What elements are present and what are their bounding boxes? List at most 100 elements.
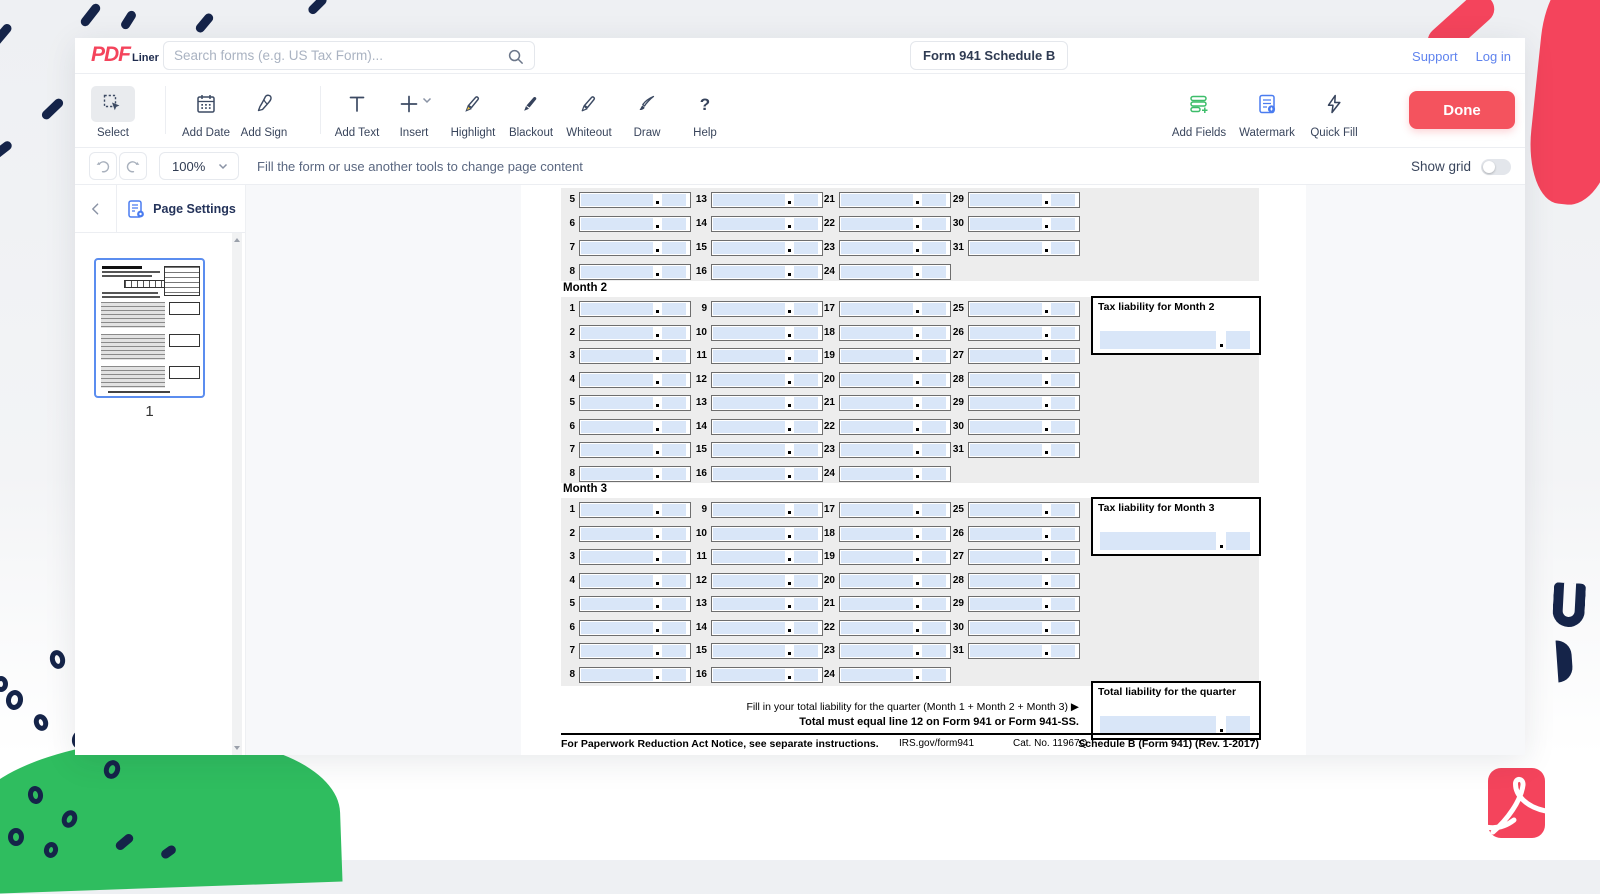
dollars-field[interactable] xyxy=(713,598,785,610)
dollars-field[interactable] xyxy=(713,327,785,339)
dollars-field[interactable] xyxy=(581,504,653,516)
dollars-field[interactable] xyxy=(970,194,1042,206)
sidebar-scrollbar[interactable] xyxy=(232,233,242,755)
dollars-field[interactable] xyxy=(841,444,913,456)
dollars-field[interactable] xyxy=(581,194,653,206)
dollars-field[interactable] xyxy=(713,303,785,315)
dollars-field[interactable] xyxy=(713,528,785,540)
cents-field[interactable] xyxy=(1051,194,1075,206)
dollars-field[interactable] xyxy=(713,645,785,657)
dollars-field[interactable] xyxy=(713,468,785,480)
dollars-field[interactable] xyxy=(581,622,653,634)
cents-field[interactable] xyxy=(1051,528,1075,540)
dollars-field[interactable] xyxy=(581,444,653,456)
cents-field[interactable] xyxy=(662,266,686,278)
liability-cents-field[interactable] xyxy=(1226,331,1250,349)
dollars-field[interactable] xyxy=(713,374,785,386)
cents-field[interactable] xyxy=(662,528,686,540)
dollars-field[interactable] xyxy=(713,504,785,516)
dollars-field[interactable] xyxy=(581,575,653,587)
dollars-field[interactable] xyxy=(970,575,1042,587)
cents-field[interactable] xyxy=(1051,421,1075,433)
cents-field[interactable] xyxy=(1051,374,1075,386)
cents-field[interactable] xyxy=(1051,598,1075,610)
cents-field[interactable] xyxy=(662,327,686,339)
tool-add-sign[interactable]: Add Sign xyxy=(239,86,289,139)
dollars-field[interactable] xyxy=(970,327,1042,339)
page-settings-button[interactable]: Page Settings xyxy=(117,185,245,232)
tool-quick-fill[interactable]: Quick Fill xyxy=(1309,86,1359,139)
dollars-field[interactable] xyxy=(841,194,913,206)
tool-add-fields[interactable]: Add Fields xyxy=(1174,86,1224,139)
cents-field[interactable] xyxy=(662,194,686,206)
dollars-field[interactable] xyxy=(713,421,785,433)
show-grid-toggle[interactable] xyxy=(1481,159,1511,175)
dollars-field[interactable] xyxy=(581,374,653,386)
dollars-field[interactable] xyxy=(713,194,785,206)
dollars-field[interactable] xyxy=(581,468,653,480)
dollars-field[interactable] xyxy=(713,397,785,409)
dollars-field[interactable] xyxy=(841,468,913,480)
cents-field[interactable] xyxy=(1051,218,1075,230)
tool-draw[interactable]: Draw xyxy=(622,86,672,139)
dollars-field[interactable] xyxy=(581,397,653,409)
dollars-field[interactable] xyxy=(713,350,785,362)
cents-field[interactable] xyxy=(662,350,686,362)
dollars-field[interactable] xyxy=(841,622,913,634)
tool-insert[interactable]: Insert xyxy=(389,86,439,139)
dollars-field[interactable] xyxy=(841,242,913,254)
cents-field[interactable] xyxy=(1051,645,1075,657)
cents-field[interactable] xyxy=(662,218,686,230)
scroll-down-arrow[interactable] xyxy=(234,746,240,750)
dollars-field[interactable] xyxy=(841,218,913,230)
cents-field[interactable] xyxy=(662,303,686,315)
dollars-field[interactable] xyxy=(581,303,653,315)
cents-field[interactable] xyxy=(1051,350,1075,362)
cents-field[interactable] xyxy=(662,374,686,386)
dollars-field[interactable] xyxy=(713,218,785,230)
dollars-field[interactable] xyxy=(970,645,1042,657)
dollars-field[interactable] xyxy=(970,551,1042,563)
dollars-field[interactable] xyxy=(970,374,1042,386)
cents-field[interactable] xyxy=(1051,242,1075,254)
cents-field[interactable] xyxy=(662,468,686,480)
dollars-field[interactable] xyxy=(581,551,653,563)
dollars-field[interactable] xyxy=(841,374,913,386)
login-link[interactable]: Log in xyxy=(1476,49,1511,64)
cents-field[interactable] xyxy=(922,266,946,278)
dollars-field[interactable] xyxy=(841,266,913,278)
dollars-field[interactable] xyxy=(581,350,653,362)
cents-field[interactable] xyxy=(662,397,686,409)
cents-field[interactable] xyxy=(1051,551,1075,563)
tool-blackout[interactable]: Blackout xyxy=(506,86,556,139)
sidebar-collapse-button[interactable] xyxy=(75,185,117,232)
dollars-field[interactable] xyxy=(581,528,653,540)
dollars-field[interactable] xyxy=(970,598,1042,610)
cents-field[interactable] xyxy=(1051,575,1075,587)
cents-field[interactable] xyxy=(1051,504,1075,516)
tool-add-text[interactable]: Add Text xyxy=(332,86,382,139)
dollars-field[interactable] xyxy=(713,575,785,587)
liability-cents-field[interactable] xyxy=(1226,716,1250,734)
dollars-field[interactable] xyxy=(713,622,785,634)
liability-dollars-field[interactable] xyxy=(1100,532,1216,550)
dollars-field[interactable] xyxy=(581,242,653,254)
dollars-field[interactable] xyxy=(970,218,1042,230)
dollars-field[interactable] xyxy=(581,421,653,433)
cents-field[interactable] xyxy=(1051,303,1075,315)
dollars-field[interactable] xyxy=(970,350,1042,362)
redo-button[interactable] xyxy=(119,152,147,180)
dollars-field[interactable] xyxy=(713,669,785,681)
dollars-field[interactable] xyxy=(970,397,1042,409)
cents-field[interactable] xyxy=(662,421,686,433)
dollars-field[interactable] xyxy=(581,645,653,657)
cents-field[interactable] xyxy=(662,622,686,634)
dollars-field[interactable] xyxy=(713,242,785,254)
tool-help[interactable]: ? Help xyxy=(680,86,730,139)
liability-dollars-field[interactable] xyxy=(1100,716,1216,734)
dollars-field[interactable] xyxy=(841,327,913,339)
cents-field[interactable] xyxy=(922,468,946,480)
cents-field[interactable] xyxy=(662,504,686,516)
liability-cents-field[interactable] xyxy=(1226,532,1250,550)
cents-field[interactable] xyxy=(662,669,686,681)
